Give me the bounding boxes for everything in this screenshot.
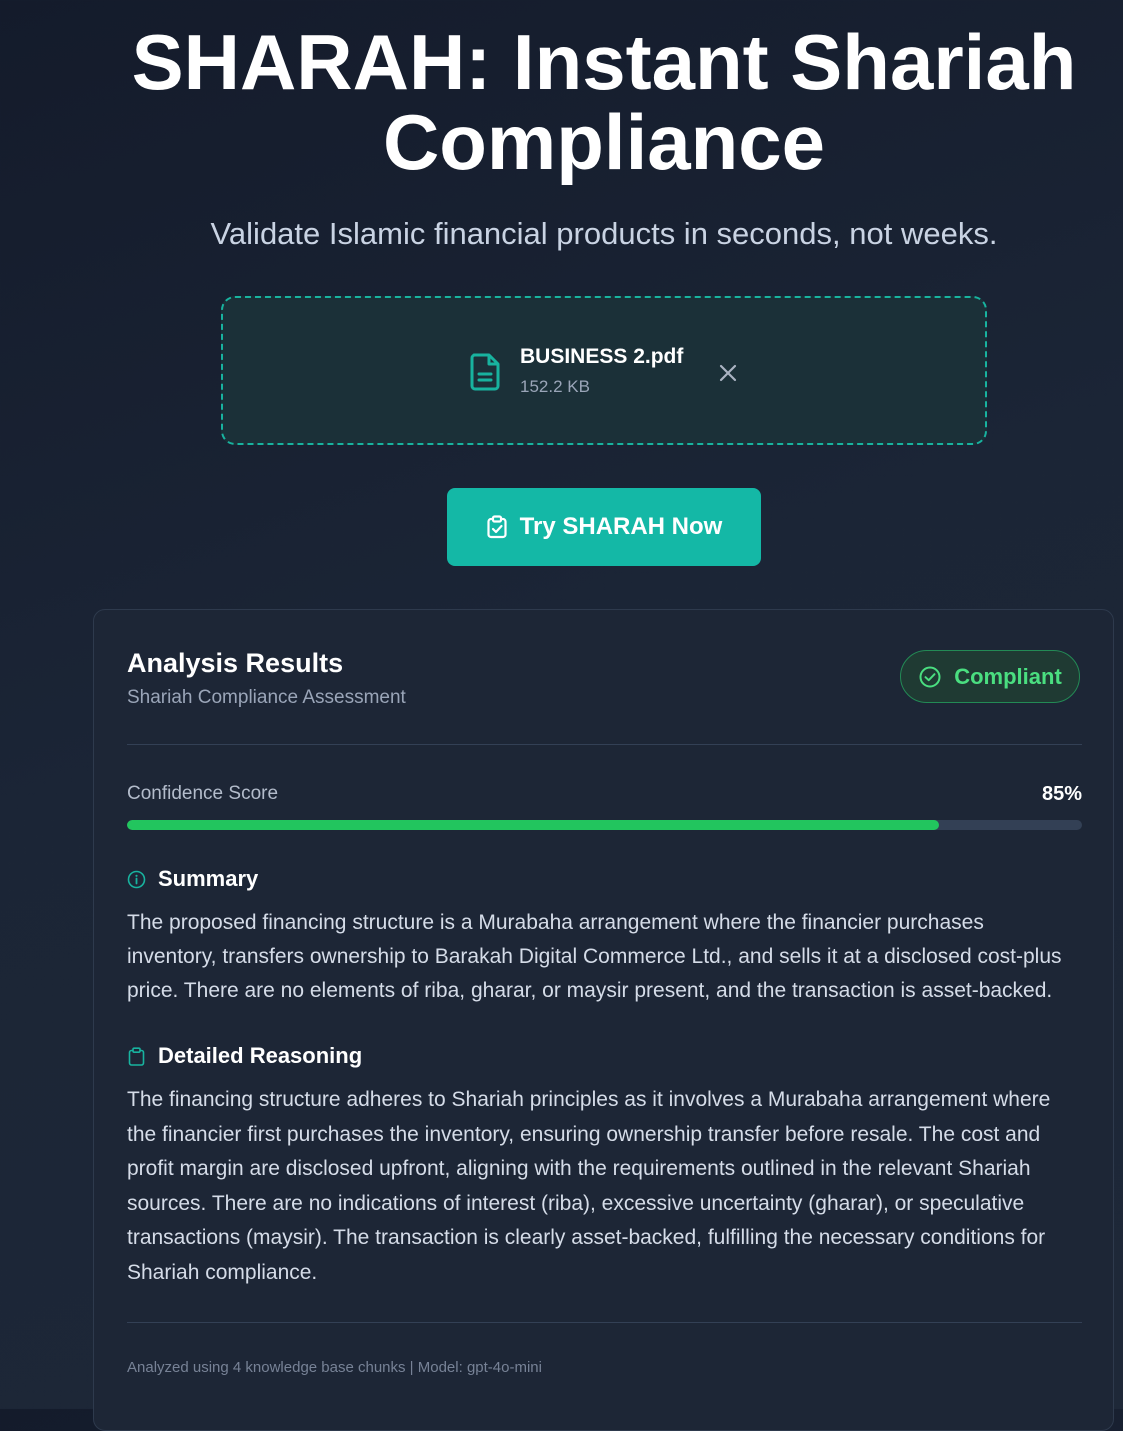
reasoning-heading-text: Detailed Reasoning (158, 1043, 363, 1068)
file-text-icon (470, 353, 500, 391)
try-sharah-button[interactable]: Try SHARAH Now (447, 488, 761, 566)
divider (127, 744, 1082, 745)
summary-heading-text: Summary (158, 866, 259, 891)
clipboard-icon (128, 1046, 145, 1066)
info-icon (127, 870, 146, 888)
close-icon[interactable] (715, 360, 741, 386)
confidence-label: Confidence Score (127, 783, 279, 804)
page-title: SHARAH: Instant Shariah Compliance (131, 18, 1077, 186)
status-label: Compliant (954, 663, 1062, 689)
file-dropzone[interactable]: BUSINESS 2.pdf 152.2 KB (221, 296, 987, 445)
page-subtitle: Validate Islamic financial products in s… (210, 216, 998, 251)
check-circle-icon (919, 666, 941, 687)
results-subtitle: Shariah Compliance Assessment (127, 687, 406, 708)
file-size: 152.2 KB (520, 377, 590, 396)
clipboard-check-icon (487, 515, 507, 539)
analysis-results-card: Analysis Results Shariah Compliance Asse… (93, 609, 1114, 1431)
confidence-progress-bar (127, 820, 1082, 830)
status-badge: Compliant (900, 650, 1080, 703)
results-title: Analysis Results (127, 648, 344, 678)
try-sharah-button-label: Try SHARAH Now (519, 513, 723, 540)
reasoning-heading: Detailed Reasoning (127, 1043, 362, 1069)
file-name: BUSINESS 2.pdf (520, 345, 684, 368)
analysis-footer: Analyzed using 4 knowledge base chunks |… (127, 1359, 542, 1376)
confidence-progress-fill (127, 820, 939, 830)
summary-text: The proposed financing structure is a Mu… (127, 911, 1062, 1002)
reasoning-text: The financing structure adheres to Shari… (127, 1088, 1051, 1284)
confidence-value: 85% (1041, 783, 1082, 805)
summary-heading: Summary (127, 866, 258, 892)
divider (127, 1322, 1082, 1323)
